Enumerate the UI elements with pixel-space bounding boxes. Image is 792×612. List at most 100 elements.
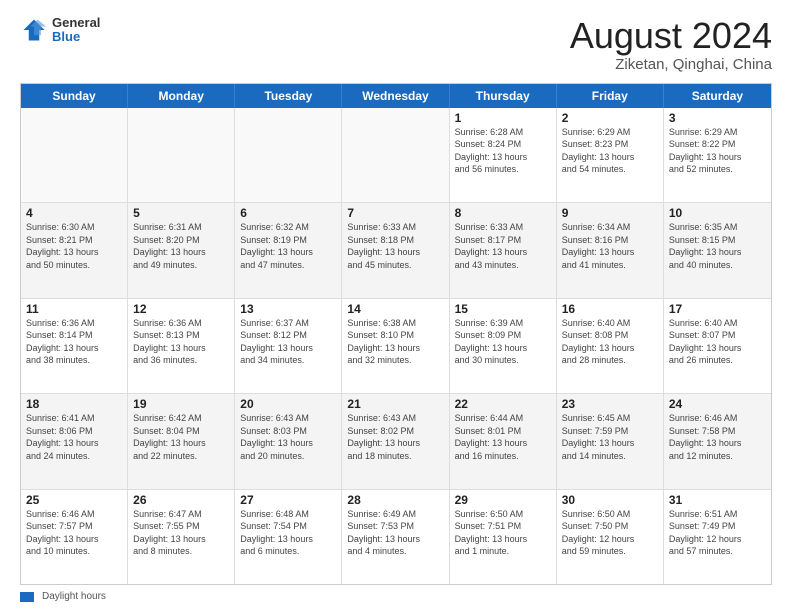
cal-cell: 8Sunrise: 6:33 AM Sunset: 8:17 PM Daylig… <box>450 203 557 297</box>
cell-info: Sunrise: 6:46 AM Sunset: 7:57 PM Dayligh… <box>26 508 122 558</box>
cal-row-5: 25Sunrise: 6:46 AM Sunset: 7:57 PM Dayli… <box>21 490 771 584</box>
day-number: 21 <box>347 397 443 411</box>
day-number: 1 <box>455 111 551 125</box>
cal-cell: 3Sunrise: 6:29 AM Sunset: 8:22 PM Daylig… <box>664 108 771 202</box>
cal-cell: 6Sunrise: 6:32 AM Sunset: 8:19 PM Daylig… <box>235 203 342 297</box>
header: General Blue August 2024 Ziketan, Qingha… <box>20 16 772 73</box>
cal-cell: 27Sunrise: 6:48 AM Sunset: 7:54 PM Dayli… <box>235 490 342 584</box>
cal-cell: 21Sunrise: 6:43 AM Sunset: 8:02 PM Dayli… <box>342 394 449 488</box>
cell-info: Sunrise: 6:46 AM Sunset: 7:58 PM Dayligh… <box>669 412 766 462</box>
cal-cell: 26Sunrise: 6:47 AM Sunset: 7:55 PM Dayli… <box>128 490 235 584</box>
cell-info: Sunrise: 6:30 AM Sunset: 8:21 PM Dayligh… <box>26 221 122 271</box>
logo-icon <box>20 16 48 44</box>
calendar-body: 1Sunrise: 6:28 AM Sunset: 8:24 PM Daylig… <box>21 108 771 584</box>
cal-header-cell-saturday: Saturday <box>664 84 771 108</box>
cal-cell: 16Sunrise: 6:40 AM Sunset: 8:08 PM Dayli… <box>557 299 664 393</box>
title-location: Ziketan, Qinghai, China <box>570 56 772 73</box>
cal-header-cell-thursday: Thursday <box>450 84 557 108</box>
title-block: August 2024 Ziketan, Qinghai, China <box>570 16 772 73</box>
cell-info: Sunrise: 6:32 AM Sunset: 8:19 PM Dayligh… <box>240 221 336 271</box>
cell-info: Sunrise: 6:40 AM Sunset: 8:07 PM Dayligh… <box>669 317 766 367</box>
cal-header-cell-wednesday: Wednesday <box>342 84 449 108</box>
cal-cell: 2Sunrise: 6:29 AM Sunset: 8:23 PM Daylig… <box>557 108 664 202</box>
cal-cell <box>235 108 342 202</box>
cal-header-cell-friday: Friday <box>557 84 664 108</box>
cell-info: Sunrise: 6:43 AM Sunset: 8:03 PM Dayligh… <box>240 412 336 462</box>
cell-info: Sunrise: 6:47 AM Sunset: 7:55 PM Dayligh… <box>133 508 229 558</box>
cal-cell: 19Sunrise: 6:42 AM Sunset: 8:04 PM Dayli… <box>128 394 235 488</box>
cal-cell <box>21 108 128 202</box>
day-number: 6 <box>240 206 336 220</box>
footer: Daylight hours <box>20 591 772 602</box>
cell-info: Sunrise: 6:29 AM Sunset: 8:23 PM Dayligh… <box>562 126 658 176</box>
cell-info: Sunrise: 6:42 AM Sunset: 8:04 PM Dayligh… <box>133 412 229 462</box>
cal-cell: 11Sunrise: 6:36 AM Sunset: 8:14 PM Dayli… <box>21 299 128 393</box>
cell-info: Sunrise: 6:38 AM Sunset: 8:10 PM Dayligh… <box>347 317 443 367</box>
cal-cell: 14Sunrise: 6:38 AM Sunset: 8:10 PM Dayli… <box>342 299 449 393</box>
day-number: 8 <box>455 206 551 220</box>
logo: General Blue <box>20 16 100 45</box>
cal-row-4: 18Sunrise: 6:41 AM Sunset: 8:06 PM Dayli… <box>21 394 771 489</box>
cal-header-cell-monday: Monday <box>128 84 235 108</box>
cell-info: Sunrise: 6:51 AM Sunset: 7:49 PM Dayligh… <box>669 508 766 558</box>
cell-info: Sunrise: 6:50 AM Sunset: 7:50 PM Dayligh… <box>562 508 658 558</box>
logo-text: General Blue <box>52 16 100 45</box>
day-number: 4 <box>26 206 122 220</box>
cell-info: Sunrise: 6:34 AM Sunset: 8:16 PM Dayligh… <box>562 221 658 271</box>
footer-label: Daylight hours <box>42 591 106 602</box>
cell-info: Sunrise: 6:31 AM Sunset: 8:20 PM Dayligh… <box>133 221 229 271</box>
cal-cell: 17Sunrise: 6:40 AM Sunset: 8:07 PM Dayli… <box>664 299 771 393</box>
day-number: 18 <box>26 397 122 411</box>
day-number: 16 <box>562 302 658 316</box>
cal-cell: 7Sunrise: 6:33 AM Sunset: 8:18 PM Daylig… <box>342 203 449 297</box>
cal-row-3: 11Sunrise: 6:36 AM Sunset: 8:14 PM Dayli… <box>21 299 771 394</box>
cell-info: Sunrise: 6:36 AM Sunset: 8:14 PM Dayligh… <box>26 317 122 367</box>
logo-general: General <box>52 16 100 30</box>
day-number: 15 <box>455 302 551 316</box>
cal-cell: 15Sunrise: 6:39 AM Sunset: 8:09 PM Dayli… <box>450 299 557 393</box>
day-number: 19 <box>133 397 229 411</box>
day-number: 23 <box>562 397 658 411</box>
cal-cell: 23Sunrise: 6:45 AM Sunset: 7:59 PM Dayli… <box>557 394 664 488</box>
day-number: 20 <box>240 397 336 411</box>
day-number: 7 <box>347 206 443 220</box>
title-month: August 2024 <box>570 16 772 56</box>
cell-info: Sunrise: 6:43 AM Sunset: 8:02 PM Dayligh… <box>347 412 443 462</box>
cell-info: Sunrise: 6:44 AM Sunset: 8:01 PM Dayligh… <box>455 412 551 462</box>
cal-cell: 4Sunrise: 6:30 AM Sunset: 8:21 PM Daylig… <box>21 203 128 297</box>
cell-info: Sunrise: 6:50 AM Sunset: 7:51 PM Dayligh… <box>455 508 551 558</box>
cal-cell: 10Sunrise: 6:35 AM Sunset: 8:15 PM Dayli… <box>664 203 771 297</box>
cell-info: Sunrise: 6:35 AM Sunset: 8:15 PM Dayligh… <box>669 221 766 271</box>
page: General Blue August 2024 Ziketan, Qingha… <box>0 0 792 612</box>
day-number: 5 <box>133 206 229 220</box>
cell-info: Sunrise: 6:40 AM Sunset: 8:08 PM Dayligh… <box>562 317 658 367</box>
cell-info: Sunrise: 6:29 AM Sunset: 8:22 PM Dayligh… <box>669 126 766 176</box>
cell-info: Sunrise: 6:36 AM Sunset: 8:13 PM Dayligh… <box>133 317 229 367</box>
cal-cell: 30Sunrise: 6:50 AM Sunset: 7:50 PM Dayli… <box>557 490 664 584</box>
cal-cell: 1Sunrise: 6:28 AM Sunset: 8:24 PM Daylig… <box>450 108 557 202</box>
day-number: 24 <box>669 397 766 411</box>
cell-info: Sunrise: 6:45 AM Sunset: 7:59 PM Dayligh… <box>562 412 658 462</box>
logo-blue: Blue <box>52 30 100 44</box>
cell-info: Sunrise: 6:33 AM Sunset: 8:18 PM Dayligh… <box>347 221 443 271</box>
cal-cell: 28Sunrise: 6:49 AM Sunset: 7:53 PM Dayli… <box>342 490 449 584</box>
cal-cell <box>128 108 235 202</box>
day-number: 12 <box>133 302 229 316</box>
cal-cell: 22Sunrise: 6:44 AM Sunset: 8:01 PM Dayli… <box>450 394 557 488</box>
cell-info: Sunrise: 6:41 AM Sunset: 8:06 PM Dayligh… <box>26 412 122 462</box>
day-number: 11 <box>26 302 122 316</box>
calendar-header-row: SundayMondayTuesdayWednesdayThursdayFrid… <box>21 84 771 108</box>
day-number: 10 <box>669 206 766 220</box>
day-number: 25 <box>26 493 122 507</box>
cal-cell: 13Sunrise: 6:37 AM Sunset: 8:12 PM Dayli… <box>235 299 342 393</box>
cal-cell: 31Sunrise: 6:51 AM Sunset: 7:49 PM Dayli… <box>664 490 771 584</box>
cell-info: Sunrise: 6:48 AM Sunset: 7:54 PM Dayligh… <box>240 508 336 558</box>
cal-cell: 25Sunrise: 6:46 AM Sunset: 7:57 PM Dayli… <box>21 490 128 584</box>
cal-cell: 9Sunrise: 6:34 AM Sunset: 8:16 PM Daylig… <box>557 203 664 297</box>
cal-header-cell-sunday: Sunday <box>21 84 128 108</box>
cal-row-2: 4Sunrise: 6:30 AM Sunset: 8:21 PM Daylig… <box>21 203 771 298</box>
day-number: 22 <box>455 397 551 411</box>
day-number: 28 <box>347 493 443 507</box>
day-number: 29 <box>455 493 551 507</box>
cell-info: Sunrise: 6:49 AM Sunset: 7:53 PM Dayligh… <box>347 508 443 558</box>
